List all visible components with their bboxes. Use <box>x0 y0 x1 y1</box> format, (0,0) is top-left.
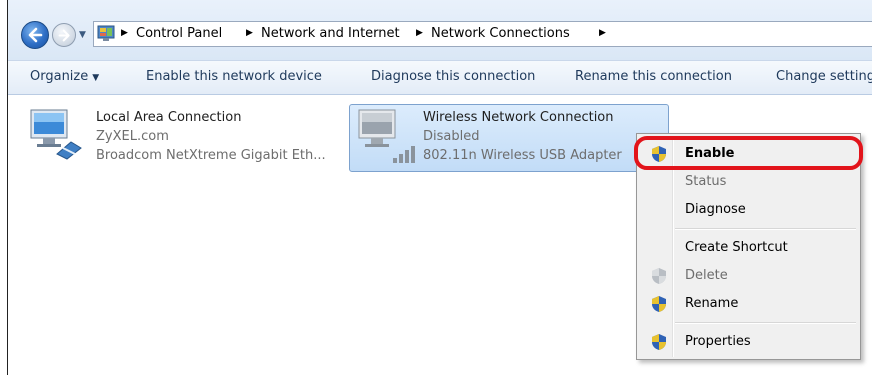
menu-item-status[interactable]: Status <box>639 169 858 195</box>
connection-name: Wireless Network Connection <box>423 110 614 125</box>
network-adapter-icon <box>30 109 82 160</box>
menu-label: Diagnose <box>685 202 746 217</box>
address-box[interactable]: ▶ Control Panel ▶ Network and Internet ▶… <box>93 21 872 47</box>
organize-menu[interactable]: Organize ▼ <box>30 69 99 84</box>
menu-label: Rename <box>685 296 739 311</box>
diagnose-connection-button[interactable]: Diagnose this connection <box>371 69 535 84</box>
menu-label: Properties <box>685 334 751 349</box>
breadcrumb-network-connections[interactable]: Network Connections <box>431 26 570 41</box>
connection-status: ZyXEL.com <box>96 129 169 144</box>
organize-label: Organize <box>30 69 89 84</box>
connection-adapter: Broadcom NetXtreme Gigabit Eth... <box>96 148 326 163</box>
forward-button[interactable] <box>52 23 76 47</box>
command-bar: Organize ▼ Enable this network device Dia… <box>8 60 872 95</box>
connection-name: Local Area Connection <box>96 110 242 125</box>
breadcrumb-separator-icon[interactable]: ▶ <box>416 28 423 38</box>
menu-item-properties[interactable]: Properties <box>639 329 858 355</box>
breadcrumb-control-panel[interactable]: Control Panel <box>136 26 222 41</box>
connection-status: Disabled <box>423 129 480 144</box>
menu-label: Status <box>685 174 727 189</box>
arrow-right-icon <box>58 29 70 42</box>
menu-label: Delete <box>685 268 728 283</box>
rename-connection-button[interactable]: Rename this connection <box>575 69 732 84</box>
wireless-adapter-icon <box>358 109 415 163</box>
breadcrumb-separator-icon[interactable]: ▶ <box>246 28 253 38</box>
breadcrumb-network-internet[interactable]: Network and Internet <box>261 26 400 41</box>
control-panel-icon <box>97 25 115 41</box>
connection-adapter: 802.11n Wireless USB Adapter <box>423 148 622 163</box>
enable-device-button[interactable]: Enable this network device <box>146 69 322 84</box>
change-settings-button[interactable]: Change settings <box>776 69 872 84</box>
recent-pages-dropdown[interactable]: ▼ <box>79 30 86 40</box>
menu-separator <box>675 228 856 230</box>
menu-item-rename[interactable]: Rename <box>639 291 858 317</box>
uac-shield-icon <box>652 334 666 350</box>
menu-item-diagnose[interactable]: Diagnose <box>639 197 858 223</box>
menu-label: Create Shortcut <box>685 240 788 255</box>
menu-separator <box>675 322 856 324</box>
highlight-callout <box>634 136 863 170</box>
arrow-left-icon <box>28 27 43 43</box>
uac-shield-icon <box>652 268 666 284</box>
menu-item-create-shortcut[interactable]: Create Shortcut <box>639 235 858 261</box>
uac-shield-icon <box>652 296 666 312</box>
back-button[interactable] <box>21 21 49 49</box>
breadcrumb-separator-icon[interactable]: ▶ <box>599 28 606 38</box>
menu-item-delete[interactable]: Delete <box>639 263 858 289</box>
address-bar-area: ▼ ▶ Control Panel ▶ Network and Internet… <box>8 0 872 60</box>
chevron-down-icon: ▼ <box>92 73 100 83</box>
breadcrumb-separator-icon[interactable]: ▶ <box>121 28 128 38</box>
